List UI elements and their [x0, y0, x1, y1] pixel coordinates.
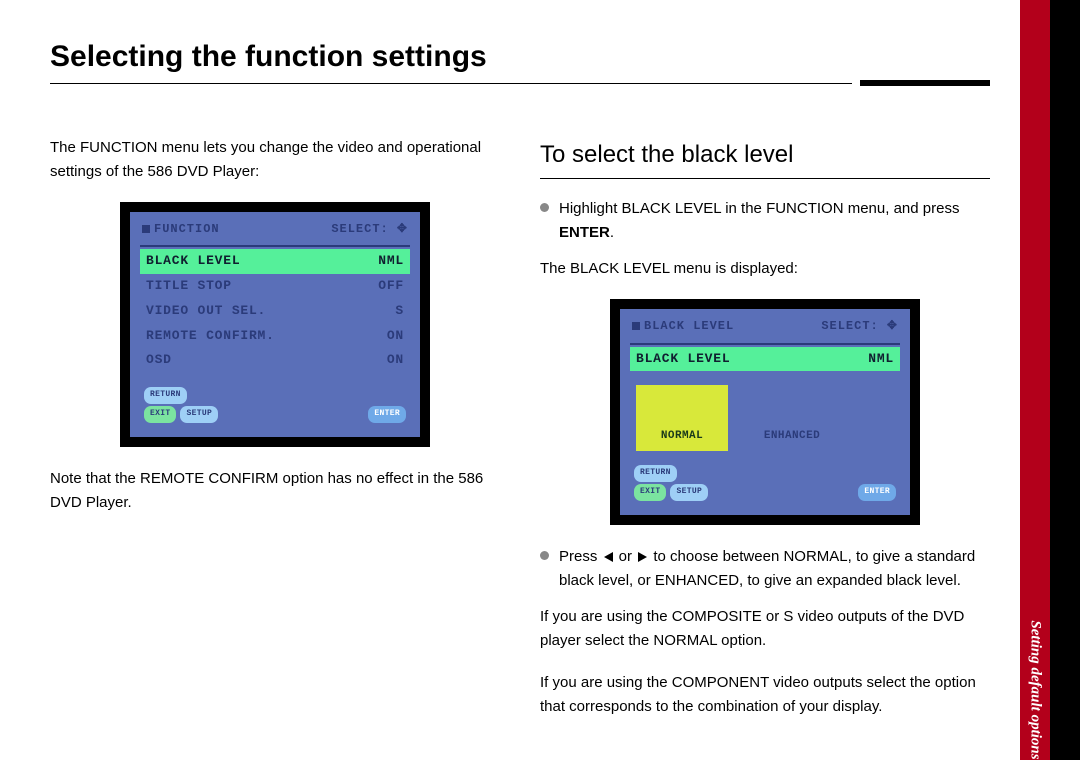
osd-row-title-stop: TITLE STOPOFF: [140, 274, 410, 299]
left-column: The FUNCTION menu lets you change the vi…: [50, 136, 500, 737]
osd-header: FUNCTION SELECT: ✥: [140, 220, 410, 245]
osd-options: NORMAL ENHANCED: [630, 385, 900, 451]
side-tab: Setting default options39: [1020, 0, 1050, 760]
menu-marker-icon: [632, 322, 640, 330]
page-number: 39: [1028, 768, 1044, 783]
osd-row-osd: OSDON: [140, 348, 410, 373]
menu-marker-icon: [142, 225, 150, 233]
osd-row-black-level: BLACK LEVELNML: [630, 347, 900, 372]
page-title: Selecting the function settings: [50, 40, 1020, 74]
note-text: Note that the REMOTE CONFIRM option has …: [50, 467, 500, 515]
right-column: To select the black level Highlight BLAC…: [540, 136, 990, 737]
page-edge: [1050, 0, 1080, 760]
option-normal: NORMAL: [636, 385, 728, 451]
section-rule: [540, 178, 990, 179]
osd-black-level-menu: BLACK LEVEL SELECT: ✥ BLACK LEVELNML NOR…: [610, 299, 920, 525]
osd-footer: RETURN: [630, 465, 900, 482]
para-composite: If you are using the COMPOSITE or S vide…: [540, 605, 990, 653]
step-1: Highlight BLACK LEVEL in the FUNCTION me…: [540, 197, 990, 245]
title-rule: [50, 80, 990, 86]
step-2: Press or to choose between NORMAL, to gi…: [540, 545, 990, 593]
osd-row-remote-confirm: REMOTE CONFIRM.ON: [140, 324, 410, 349]
intro-text: The FUNCTION menu lets you change the vi…: [50, 136, 500, 184]
manual-page: Selecting the function settings The FUNC…: [0, 0, 1020, 760]
osd-row-video-out: VIDEO OUT SEL.S: [140, 299, 410, 324]
section-heading: To select the black level: [540, 136, 990, 174]
option-enhanced: ENHANCED: [746, 385, 838, 451]
bullet-icon: [540, 551, 549, 560]
osd-function-menu: FUNCTION SELECT: ✥ BLACK LEVELNML TITLE …: [120, 202, 430, 447]
para-component: If you are using the COMPONENT video out…: [540, 671, 990, 719]
bullet-icon: [540, 203, 549, 212]
right-arrow-icon: [638, 552, 647, 562]
side-tab-label: Setting default options39: [1027, 620, 1044, 782]
left-arrow-icon: [604, 552, 613, 562]
osd-row-black-level: BLACK LEVELNML: [140, 249, 410, 274]
after-step-1: The BLACK LEVEL menu is displayed:: [540, 257, 990, 281]
osd-footer: RETURN: [140, 387, 410, 404]
osd-header: BLACK LEVEL SELECT: ✥: [630, 317, 900, 342]
content-columns: The FUNCTION menu lets you change the vi…: [50, 136, 990, 737]
